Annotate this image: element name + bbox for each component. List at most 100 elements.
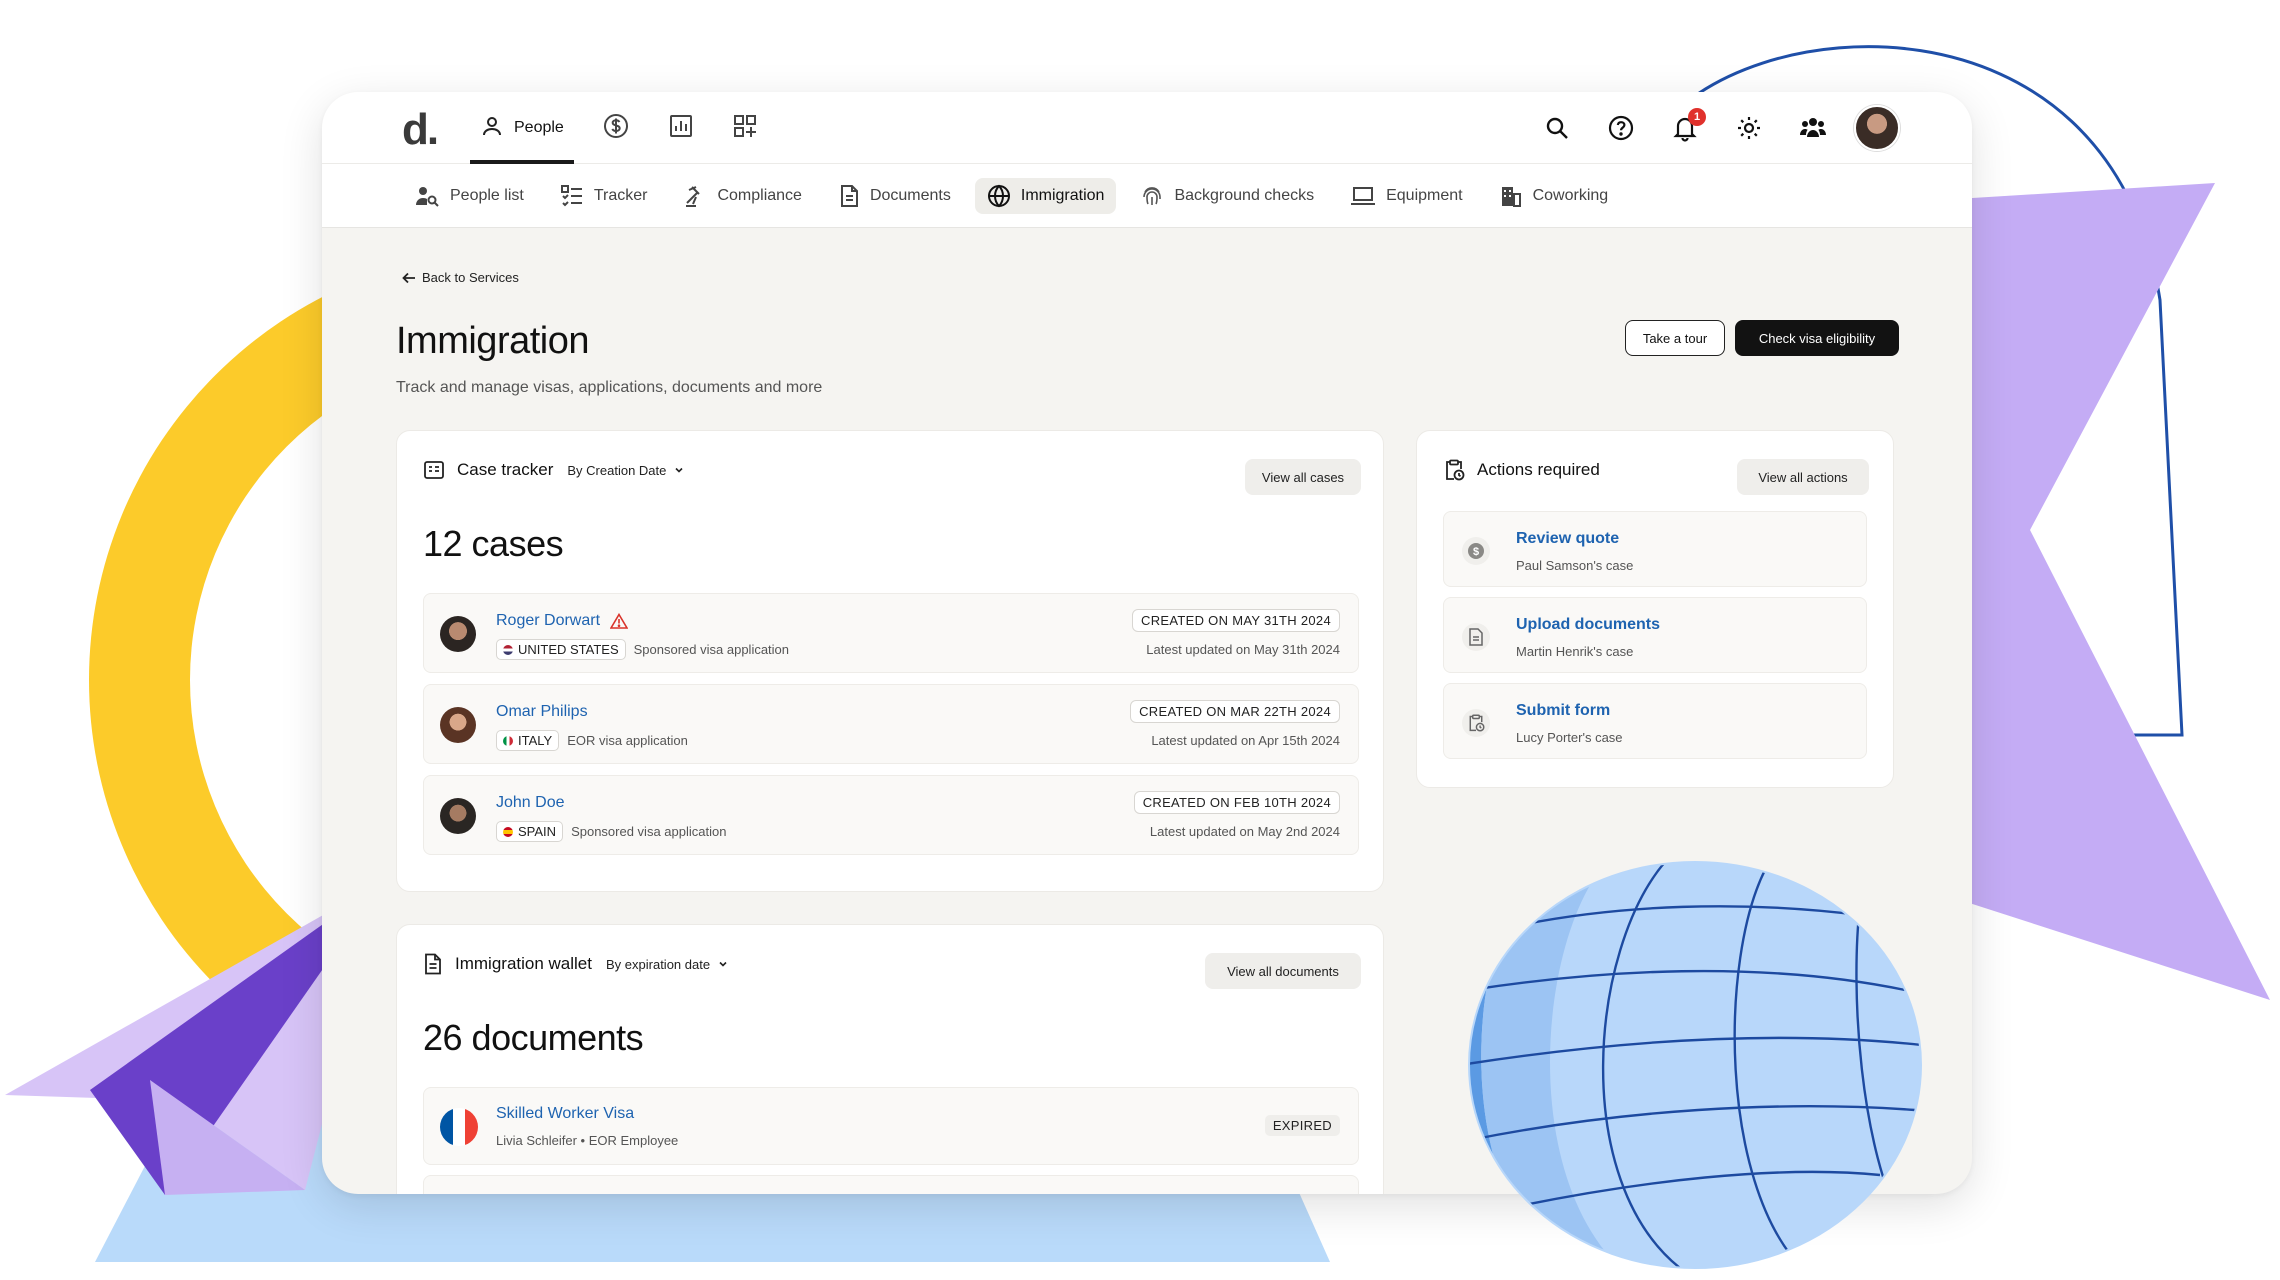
analytics-icon	[668, 113, 694, 144]
us-flag-icon	[503, 644, 513, 655]
subnav-people-list[interactable]: People list	[402, 178, 536, 214]
subnav-label: Immigration	[1020, 186, 1105, 204]
person-icon	[480, 114, 504, 143]
action-title: Upload documents	[1516, 616, 1661, 633]
action-subtitle: Paul Samson's case	[1516, 558, 1634, 573]
app-window: d. People 1 People list Tracker Complian…	[322, 92, 1972, 1194]
case-meta: UNITED STATES Sponsored visa application	[496, 639, 789, 660]
actions-required-card: Actions required View all actions $ Revi…	[1416, 430, 1894, 788]
case-tracker-header: Case tracker By Creation Date	[423, 459, 684, 481]
fingerprint-icon	[1143, 186, 1162, 205]
country-label: ITALY	[518, 733, 553, 748]
case-name-label: Roger Dorwart	[496, 612, 601, 629]
subnav-compliance[interactable]: Compliance	[671, 178, 813, 214]
subnav-label: People list	[450, 186, 524, 204]
subnav-background-checks[interactable]: Background checks	[1128, 178, 1326, 214]
brand-logo[interactable]: d.	[402, 105, 439, 155]
case-person-name[interactable]: Roger Dorwart	[496, 612, 629, 630]
case-meta: ITALY EOR visa application	[496, 730, 688, 751]
spain-flag-icon	[503, 826, 513, 837]
checklist-icon	[560, 184, 582, 206]
svg-text:$: $	[1473, 546, 1479, 558]
case-type: EOR visa application	[567, 733, 688, 748]
case-person-name[interactable]: Omar Philips	[496, 703, 588, 721]
subnav-documents[interactable]: Documents	[826, 178, 963, 214]
clipboard-clock-icon	[1462, 709, 1490, 737]
subnav-equipment[interactable]: Equipment	[1338, 178, 1475, 214]
nav-apps[interactable]	[722, 92, 768, 164]
take-tour-button[interactable]: Take a tour	[1625, 320, 1725, 356]
help-button[interactable]	[1598, 105, 1644, 151]
country-label: SPAIN	[518, 824, 557, 839]
back-link[interactable]: Back to Services	[402, 270, 519, 285]
avatar	[440, 707, 476, 743]
subnav-label: Coworking	[1532, 186, 1609, 204]
warning-icon	[610, 613, 629, 629]
subnav-label: Background checks	[1174, 186, 1315, 204]
case-type: Sponsored visa application	[633, 642, 790, 657]
page-subtitle: Track and manage visas, applications, do…	[396, 379, 823, 396]
building-icon	[1501, 186, 1521, 207]
actions-title: Actions required	[1477, 460, 1600, 479]
country-chip: ITALY	[496, 730, 560, 751]
clipboard-clock-icon	[1446, 459, 1465, 481]
dollar-coin-icon: $	[1462, 537, 1490, 565]
case-row[interactable]: John Doe SPAIN Sponsored visa applicatio…	[423, 775, 1359, 855]
case-row[interactable]: Omar Philips ITALY EOR visa application …	[423, 684, 1359, 764]
document-name: Skilled Worker Visa	[496, 1105, 635, 1122]
document-icon	[425, 953, 441, 975]
case-meta: SPAIN Sponsored visa application	[496, 821, 726, 842]
wallet-sort-dropdown[interactable]: By expiration date	[606, 957, 728, 972]
search-button[interactable]	[1534, 105, 1580, 151]
case-tracker-card: Case tracker By Creation Date View all c…	[396, 430, 1384, 892]
subnav-immigration[interactable]: Immigration	[974, 177, 1117, 214]
subnav-label: Documents	[869, 186, 951, 204]
case-person-name[interactable]: John Doe	[496, 794, 565, 812]
laptop-icon	[1351, 186, 1376, 205]
nav-analytics[interactable]	[658, 92, 704, 164]
gear-icon	[1738, 117, 1760, 139]
wallet-sort-label: By expiration date	[606, 956, 711, 972]
team-button[interactable]	[1790, 105, 1836, 151]
page-title: Immigration	[396, 320, 590, 362]
wallet-header: Immigration wallet By expiration date	[423, 953, 728, 975]
updated-date: Latest updated on May 2nd 2024	[1149, 824, 1340, 839]
italy-flag-icon	[503, 735, 513, 746]
document-meta: Livia Schleifer • EOR Employee	[496, 1133, 679, 1148]
country-chip: UNITED STATES	[496, 639, 626, 660]
case-row[interactable]: Roger Dorwart UNITED STATES Sponsored vi…	[423, 593, 1359, 673]
action-item[interactable]: Upload documents Martin Henrik's case	[1443, 597, 1867, 673]
settings-button[interactable]	[1726, 105, 1772, 151]
main-nav: People	[470, 92, 786, 164]
subnav-label: Tracker	[593, 186, 648, 204]
view-all-actions-button[interactable]: View all actions	[1737, 459, 1869, 495]
notification-badge: 1	[1688, 108, 1706, 126]
subnav-coworking[interactable]: Coworking	[1487, 178, 1621, 214]
nav-people-label: People	[514, 119, 564, 136]
updated-date: Latest updated on May 31th 2024	[1146, 642, 1340, 657]
user-avatar[interactable]	[1854, 105, 1900, 151]
wallet-title: Immigration wallet	[455, 954, 592, 973]
view-all-cases-button[interactable]: View all cases	[1245, 459, 1361, 495]
notifications-button[interactable]: 1	[1662, 105, 1708, 151]
subnav-label: Compliance	[717, 186, 802, 204]
help-icon	[1608, 115, 1634, 141]
status-badge: EXPIRED	[1264, 1115, 1340, 1136]
nav-payroll[interactable]	[592, 92, 640, 164]
country-label: UNITED STATES	[518, 642, 619, 657]
top-right-tools: 1	[1516, 105, 1900, 151]
case-sort-dropdown[interactable]: By Creation Date	[567, 463, 684, 478]
check-visa-eligibility-button[interactable]: Check visa eligibility	[1735, 320, 1899, 356]
action-item[interactable]: $ Review quote Paul Samson's case	[1443, 511, 1867, 587]
apps-add-icon	[732, 113, 758, 144]
nav-people[interactable]: People	[470, 92, 574, 164]
avatar	[440, 616, 476, 652]
document-row[interactable]: Skilled Worker Visa Livia Schleifer • EO…	[423, 1087, 1359, 1165]
view-all-documents-button[interactable]: View all documents	[1205, 953, 1361, 989]
stage: d. People 1 People list Tracker Complian…	[0, 0, 2280, 1280]
gavel-icon	[686, 185, 701, 207]
action-item[interactable]: Submit form Lucy Porter's case	[1443, 683, 1867, 759]
action-subtitle: Martin Henrik's case	[1516, 644, 1634, 659]
subnav-tracker[interactable]: Tracker	[548, 178, 660, 214]
case-type: Sponsored visa application	[571, 824, 727, 839]
